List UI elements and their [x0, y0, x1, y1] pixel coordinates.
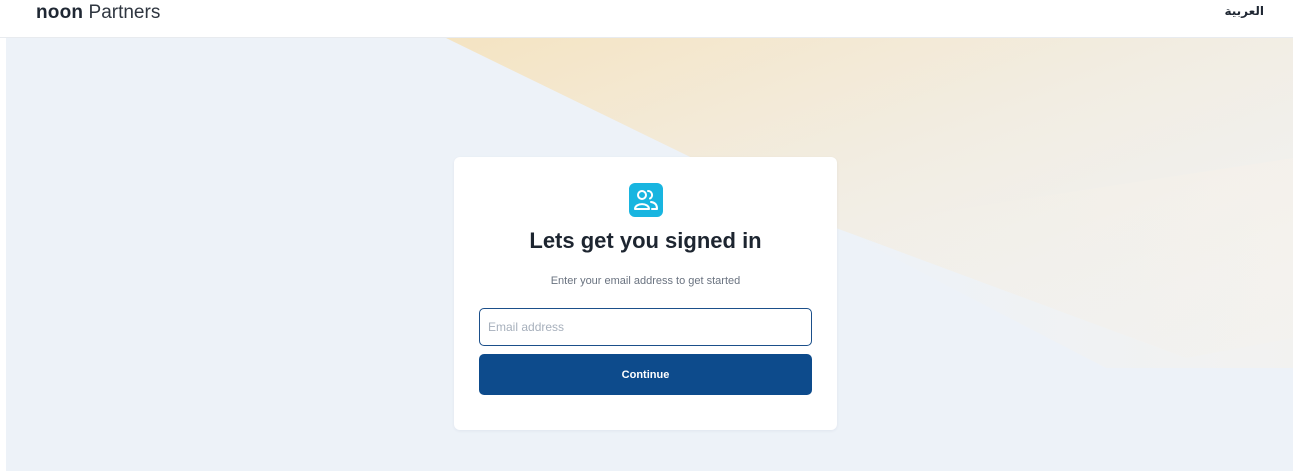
signin-card: Lets get you signed in Enter your email … [454, 157, 837, 430]
continue-button[interactable]: Continue [479, 354, 812, 395]
logo-brand-partners: Partners [88, 2, 161, 23]
signin-subtitle: Enter your email address to get started [550, 275, 741, 287]
noon-partners-logo[interactable]: noon Partners [36, 2, 160, 24]
email-input[interactable] [479, 308, 812, 346]
signin-title: Lets get you signed in [529, 228, 762, 253]
top-bar: noon Partners العربية [0, 0, 1293, 38]
partners-users-icon [629, 183, 663, 217]
language-switch-arabic[interactable]: العربية [1224, 4, 1264, 18]
logo-brand-noon: noon [36, 2, 84, 23]
